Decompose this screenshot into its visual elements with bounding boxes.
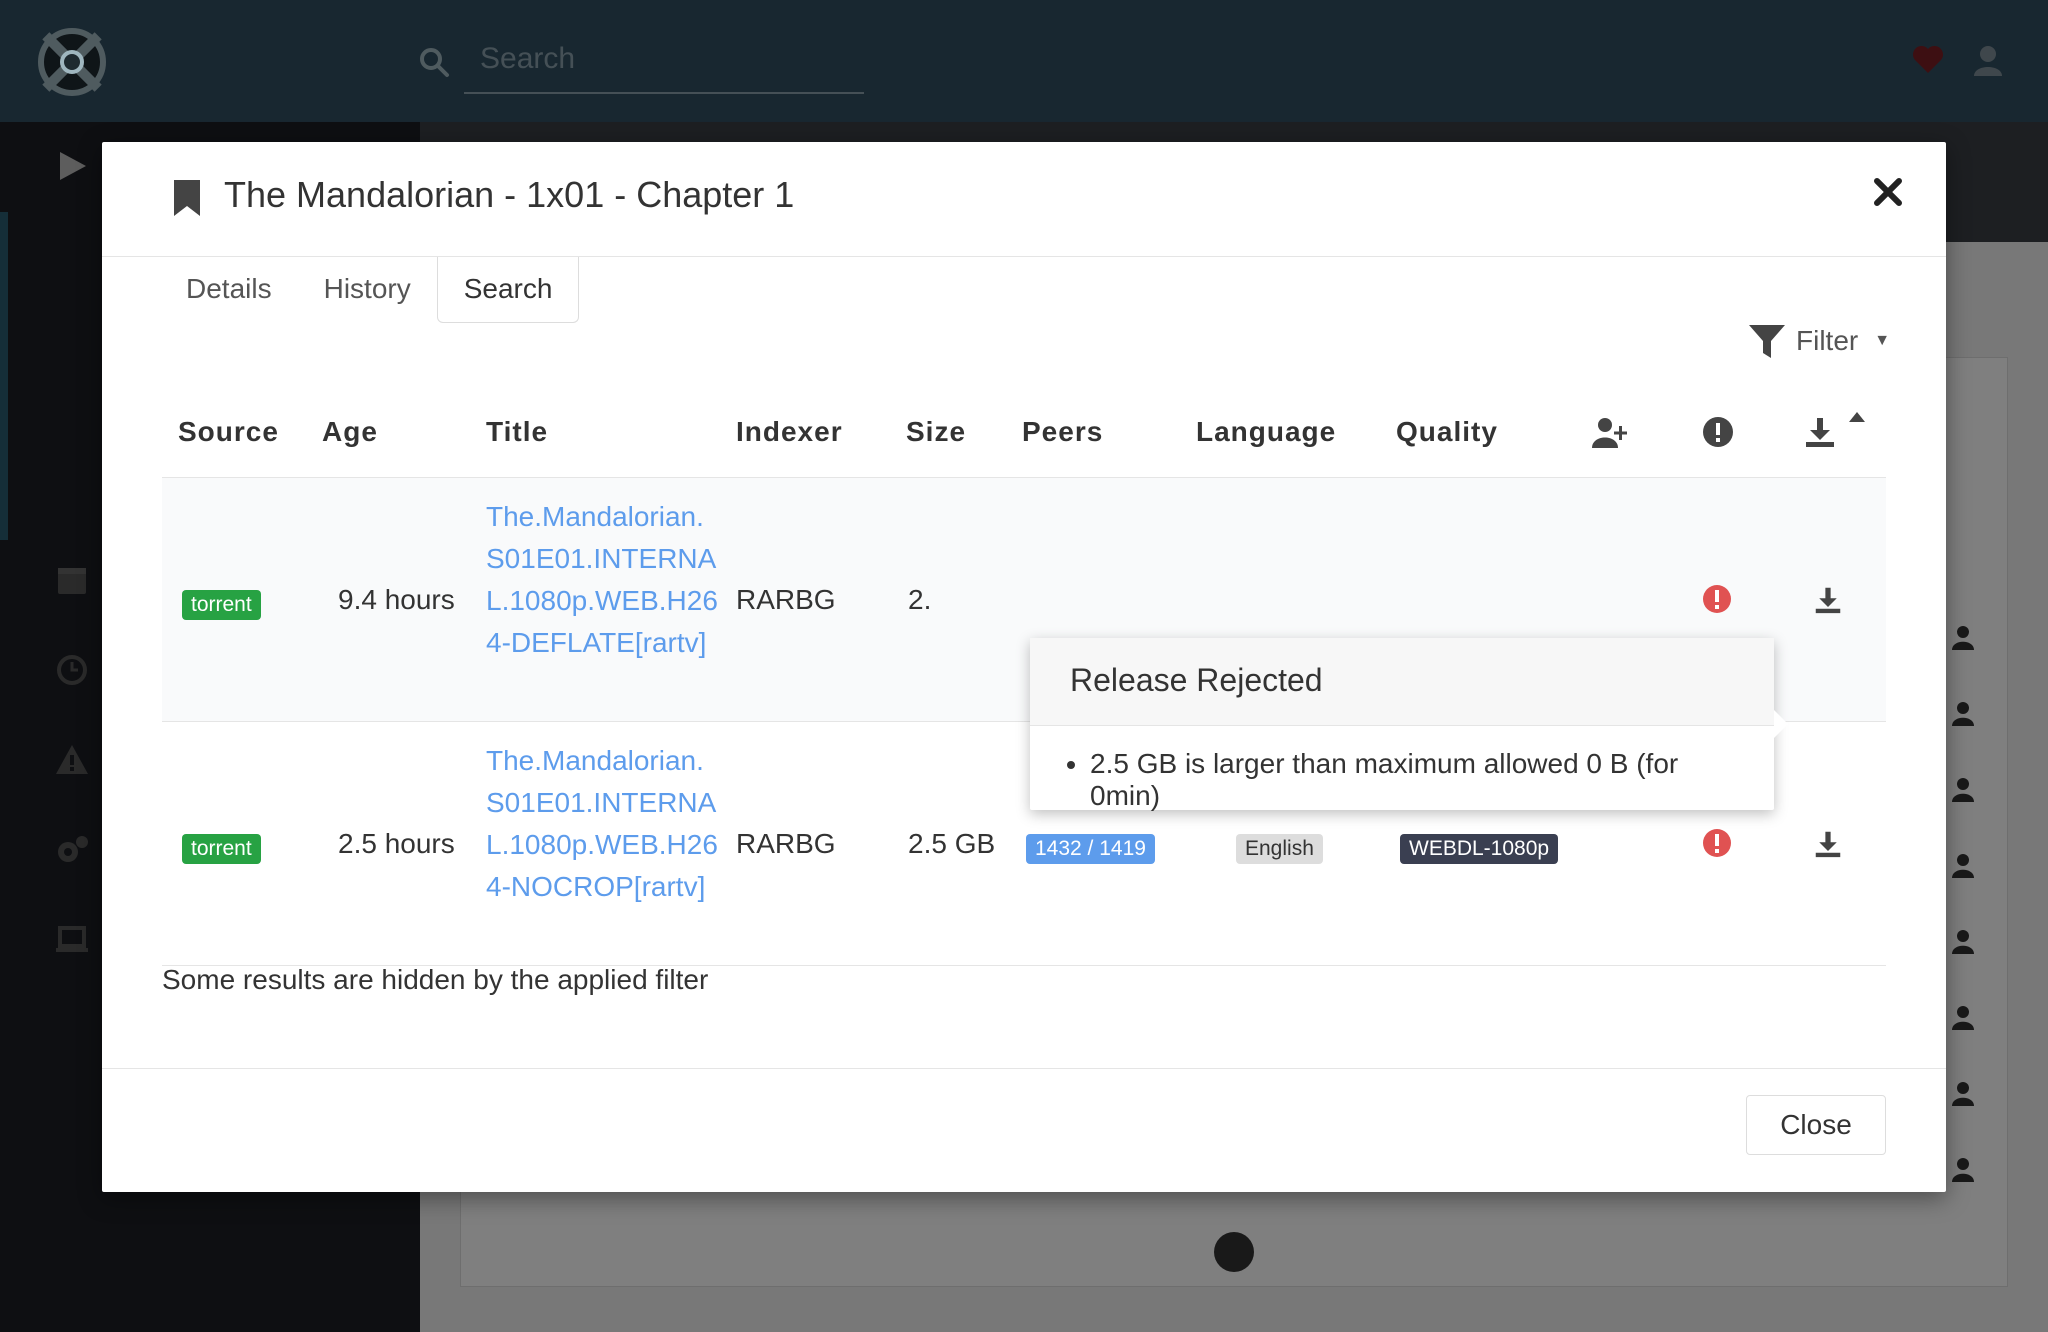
filter-notice: Some results are hidden by the applied f… [162, 964, 709, 995]
column-indexer[interactable]: Indexer [736, 416, 843, 448]
release-rejected-popover: Release Rejected 2.5 GB is larger than m… [1030, 638, 1788, 811]
language-badge: English [1236, 830, 1323, 864]
column-age[interactable]: Age [322, 416, 378, 448]
tab-details[interactable]: Details [160, 257, 298, 323]
source-badge: torrent [182, 586, 261, 620]
popover-body: 2.5 GB is larger than maximum allowed 0 … [1030, 726, 1774, 834]
indexer-cell: RARBG [736, 584, 836, 615]
caret-down-icon: ▼ [1874, 332, 1891, 349]
column-quality[interactable]: Quality [1396, 416, 1498, 448]
size-cell: 2.5 GB [908, 828, 996, 859]
episode-modal: The Mandalorian - 1x01 - Chapter 1 Detai… [102, 142, 1946, 1192]
modal-title: The Mandalorian - 1x01 - Chapter 1 [224, 174, 795, 215]
column-peers[interactable]: Peers [1022, 416, 1103, 448]
close-button[interactable]: Close [1746, 1095, 1886, 1155]
release-title-link[interactable]: The.Mandalorian.S01E01.INTERNAL.1080p.WE… [486, 740, 718, 908]
download-icon[interactable] [1814, 586, 1842, 614]
download-icon[interactable] [1802, 416, 1838, 448]
rejected-icon[interactable] [1702, 584, 1732, 614]
quality-badge: WEBDL-1080p [1400, 830, 1559, 864]
source-badge: torrent [182, 830, 261, 864]
tab-search[interactable]: Search [436, 257, 580, 323]
modal-header: The Mandalorian - 1x01 - Chapter 1 [102, 142, 1946, 257]
filter-icon [1749, 325, 1785, 358]
add-user-icon[interactable] [1592, 416, 1628, 448]
tab-bar: Details History Search [160, 257, 580, 323]
download-icon[interactable] [1814, 830, 1842, 858]
exclamation-circle-icon[interactable] [1700, 416, 1736, 448]
modal-footer: Close [102, 1068, 1946, 1192]
indexer-cell: RARBG [736, 828, 836, 859]
popover-title: Release Rejected [1030, 638, 1774, 726]
filter-label: Filter [1796, 325, 1859, 356]
bookmark-icon [174, 180, 200, 216]
age-cell: 2.5 hours [338, 828, 455, 859]
release-title-link[interactable]: The.Mandalorian.S01E01.INTERNAL.1080p.WE… [486, 496, 718, 664]
size-cell: 2. [908, 584, 932, 615]
table-header: Source Age Title Indexer Size Peers Lang… [162, 392, 1886, 478]
filter-button[interactable]: Filter ▼ [1748, 322, 1890, 360]
sort-ascending-icon[interactable] [1848, 410, 1866, 424]
column-size[interactable]: Size [906, 416, 966, 448]
column-source[interactable]: Source [178, 416, 279, 448]
rejection-reason: 2.5 GB is larger than maximum allowed 0 … [1090, 748, 1754, 812]
tab-history[interactable]: History [298, 257, 437, 323]
column-language[interactable]: Language [1196, 416, 1336, 448]
close-icon[interactable] [1870, 174, 1906, 210]
peers-badge: 1432 / 1419 [1026, 830, 1155, 864]
age-cell: 9.4 hours [338, 584, 455, 615]
column-title[interactable]: Title [486, 416, 548, 448]
